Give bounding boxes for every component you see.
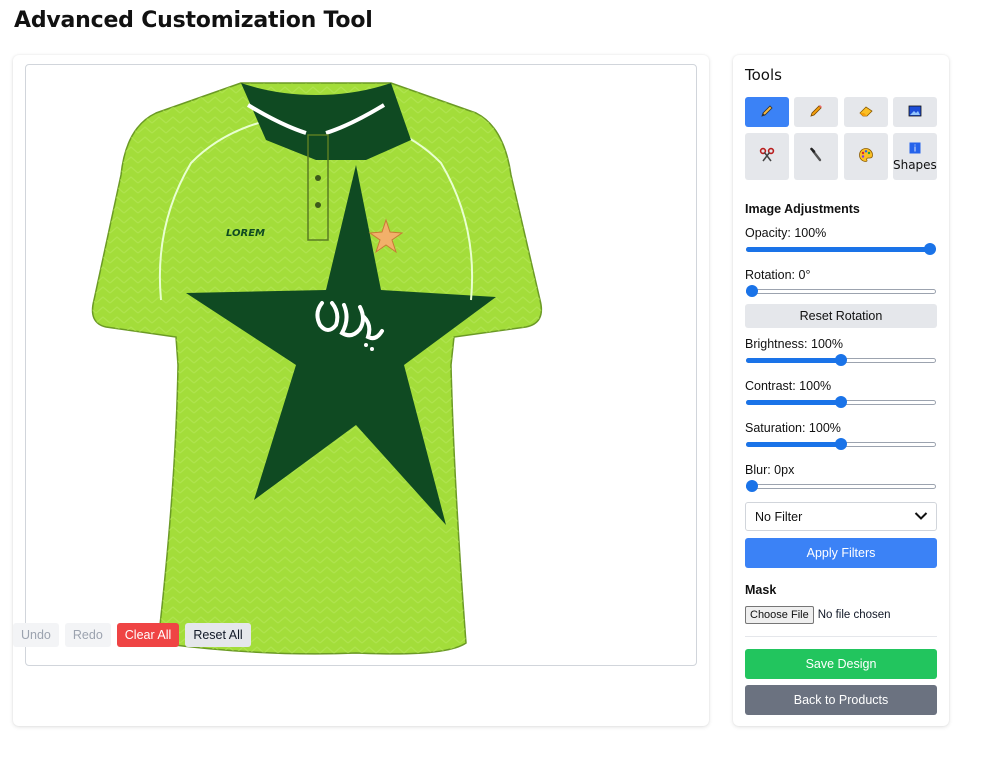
image-icon <box>908 104 922 121</box>
redo-button[interactable]: Redo <box>64 623 111 647</box>
shapes-tool-button[interactable]: i Shapes <box>892 133 937 180</box>
filter-select[interactable]: No Filter <box>745 502 937 531</box>
eraser-icon <box>858 103 874 122</box>
saturation-slider[interactable] <box>746 438 936 450</box>
pencil-tool-button[interactable] <box>745 97 789 127</box>
choose-file-button[interactable]: Choose File <box>745 606 814 624</box>
eraser-tool-button[interactable] <box>843 97 888 127</box>
scissors-icon <box>759 147 775 166</box>
pen-icon <box>808 103 824 122</box>
history-toolbar: Undo Redo Clear All Reset All <box>13 623 251 647</box>
filter-select-value: No Filter <box>755 509 803 524</box>
brush-icon <box>808 147 824 166</box>
jersey-image: LOREM <box>91 82 543 655</box>
mask-file-input: Choose File No file chosen <box>745 606 891 624</box>
file-status: No file chosen <box>817 609 891 621</box>
blur-label: Blur: 0px <box>745 463 795 477</box>
brush-tool-button[interactable] <box>794 133 839 180</box>
jersey-logo-text: LOREM <box>226 228 265 239</box>
blur-slider[interactable] <box>746 480 936 492</box>
opacity-label: Opacity: 100% <box>745 226 827 240</box>
image-tool-button[interactable] <box>892 97 937 127</box>
jersey-body <box>91 82 543 655</box>
chevron-down-icon <box>914 510 928 524</box>
palette-icon <box>858 147 874 166</box>
image-adjustments-title: Image Adjustments <box>745 202 860 216</box>
brightness-slider-thumb[interactable] <box>835 354 847 366</box>
save-design-button[interactable]: Save Design <box>745 649 937 679</box>
rotation-slider[interactable] <box>746 285 936 297</box>
saturation-label: Saturation: 100% <box>745 421 841 435</box>
pen-tool-button[interactable] <box>794 97 839 127</box>
rotation-label: Rotation: 0° <box>745 268 811 282</box>
saturation-slider-thumb[interactable] <box>835 438 847 450</box>
shapes-tool-label: Shapes <box>892 157 937 172</box>
palette-tool-button[interactable] <box>843 133 888 180</box>
reset-rotation-button[interactable]: Reset Rotation <box>745 304 937 328</box>
apply-filters-button[interactable]: Apply Filters <box>745 538 937 568</box>
shapes-icon: i <box>909 142 921 157</box>
tool-grid: i Shapes <box>745 97 937 180</box>
undo-button[interactable]: Undo <box>13 623 59 647</box>
tools-panel: Tools i Shapes Image Adjustments Opacity… <box>733 55 949 726</box>
scissors-tool-button[interactable] <box>745 133 789 180</box>
brightness-label: Brightness: 100% <box>745 337 843 351</box>
blur-slider-thumb[interactable] <box>746 480 758 492</box>
divider <box>745 636 937 637</box>
opacity-slider-thumb[interactable] <box>924 243 936 255</box>
opacity-slider[interactable] <box>746 243 936 255</box>
contrast-slider-thumb[interactable] <box>835 396 847 408</box>
tools-heading: Tools <box>745 66 782 84</box>
page-title: Advanced Customization Tool <box>14 8 373 33</box>
mask-title: Mask <box>745 583 777 597</box>
clear-all-button[interactable]: Clear All <box>116 623 180 647</box>
svg-text:i: i <box>914 144 917 154</box>
brightness-slider[interactable] <box>746 354 936 366</box>
contrast-slider[interactable] <box>746 396 936 408</box>
back-to-products-button[interactable]: Back to Products <box>745 685 937 715</box>
pencil-icon <box>759 103 775 122</box>
contrast-label: Contrast: 100% <box>745 379 832 393</box>
design-canvas[interactable]: LOREM <box>25 64 697 666</box>
rotation-slider-thumb[interactable] <box>746 285 758 297</box>
reset-all-button[interactable]: Reset All <box>185 623 251 647</box>
